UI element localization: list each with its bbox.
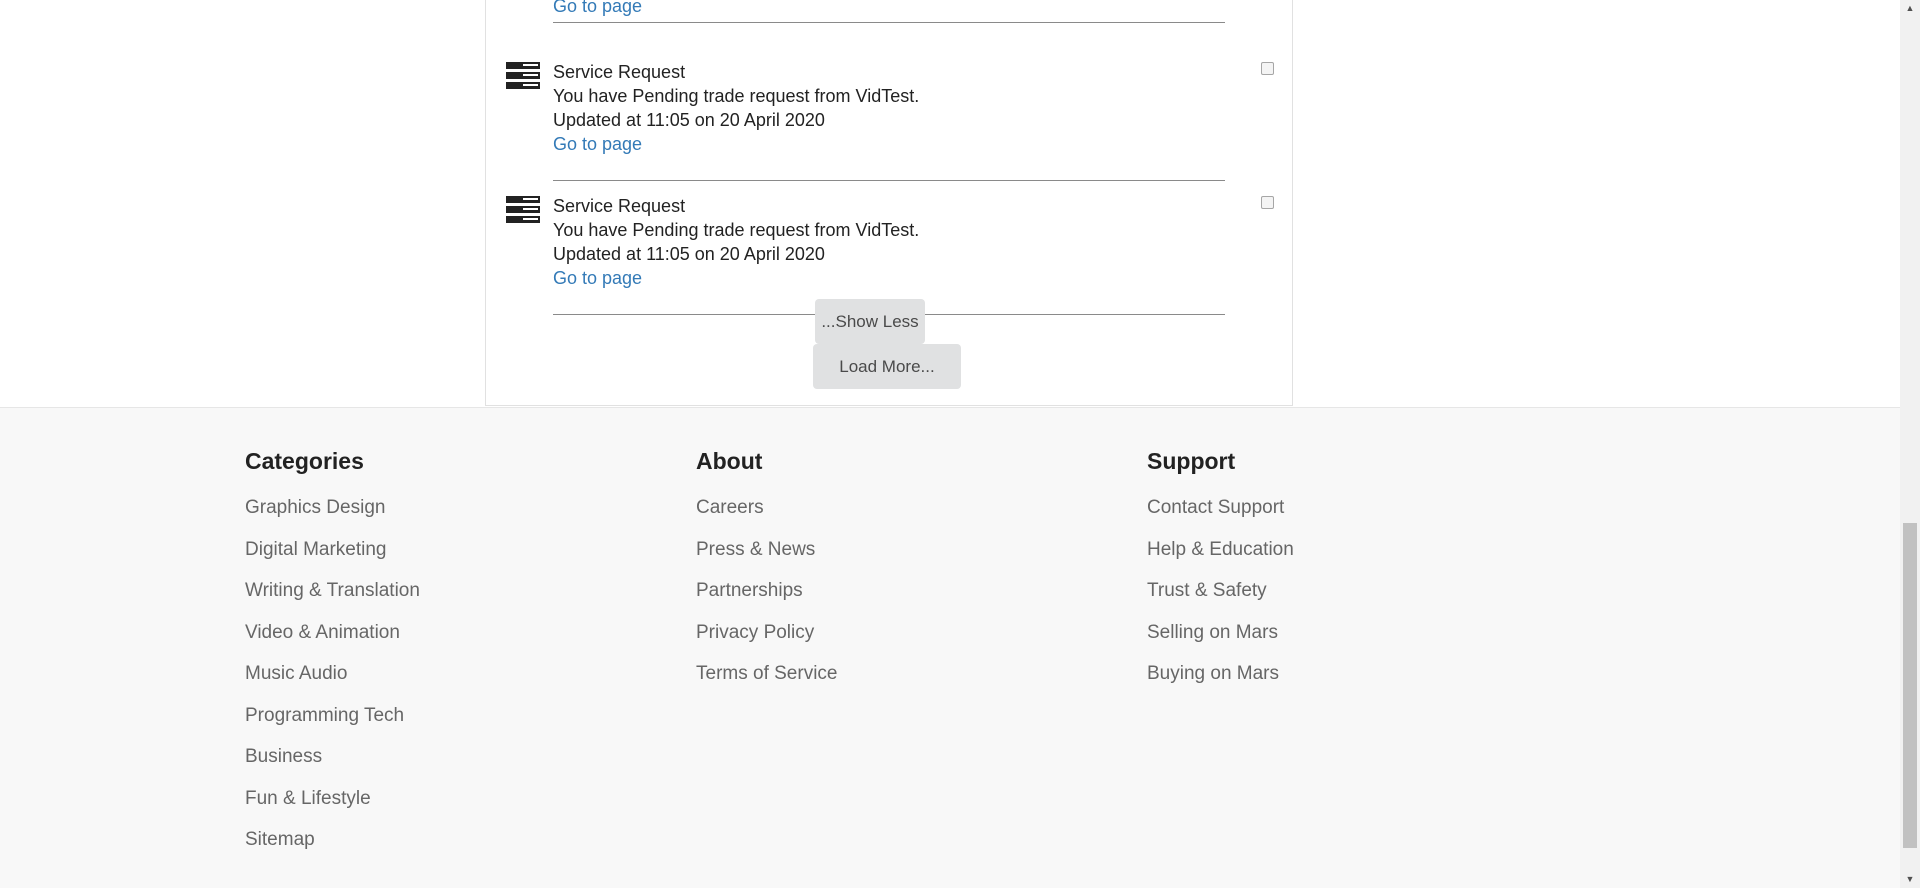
footer-link[interactable]: Digital Marketing bbox=[245, 538, 420, 580]
footer-link[interactable]: Buying on Mars bbox=[1147, 662, 1294, 704]
notification-message: You have Pending trade request from VidT… bbox=[553, 86, 920, 106]
show-less-button[interactable]: ...Show Less bbox=[815, 299, 925, 344]
go-to-page-link[interactable]: Go to page bbox=[553, 0, 642, 17]
footer-link[interactable]: Press & News bbox=[696, 538, 837, 580]
notification-partial: Go to page bbox=[553, 0, 1225, 23]
footer-link[interactable]: Selling on Mars bbox=[1147, 621, 1294, 663]
footer-link[interactable]: Partnerships bbox=[696, 579, 837, 621]
footer-link[interactable]: Trust & Safety bbox=[1147, 579, 1294, 621]
footer-categories-column: Categories Graphics Design Digital Marke… bbox=[245, 446, 420, 870]
footer-support-list: Contact Support Help & Education Trust &… bbox=[1147, 496, 1294, 704]
footer-link[interactable]: Programming Tech bbox=[245, 704, 420, 746]
server-icon bbox=[506, 62, 540, 89]
notification-message: You have Pending trade request from VidT… bbox=[553, 220, 920, 240]
footer-link[interactable]: Privacy Policy bbox=[696, 621, 837, 663]
page: Go to page Service Request You have Pend… bbox=[0, 0, 1900, 888]
footer: Categories Graphics Design Digital Marke… bbox=[0, 407, 1900, 888]
server-icon bbox=[506, 196, 540, 223]
notification-checkbox[interactable] bbox=[1261, 196, 1274, 209]
footer-support-column: Support Contact Support Help & Education… bbox=[1147, 446, 1294, 704]
footer-link[interactable]: Sitemap bbox=[245, 828, 420, 870]
footer-link[interactable]: Careers bbox=[696, 496, 837, 538]
footer-link[interactable]: Writing & Translation bbox=[245, 579, 420, 621]
go-to-page-link[interactable]: Go to page bbox=[553, 266, 642, 290]
footer-link[interactable]: Terms of Service bbox=[696, 662, 837, 704]
go-to-page-link[interactable]: Go to page bbox=[553, 132, 642, 156]
scroll-up-arrow-icon[interactable]: ▲ bbox=[1900, 0, 1920, 17]
footer-link[interactable]: Video & Animation bbox=[245, 621, 420, 663]
footer-link[interactable]: Graphics Design bbox=[245, 496, 420, 538]
notification-timestamp: Updated at 11:05 on 20 April 2020 bbox=[553, 110, 825, 130]
notification-body: Service Request You have Pending trade r… bbox=[553, 52, 1225, 181]
load-more-button[interactable]: Load More... bbox=[813, 344, 961, 389]
footer-link[interactable]: Music Audio bbox=[245, 662, 420, 704]
scrollbar-thumb[interactable] bbox=[1903, 523, 1917, 848]
footer-support-heading: Support bbox=[1147, 448, 1236, 474]
notification-body: Service Request You have Pending trade r… bbox=[553, 186, 1225, 315]
notification-checkbox[interactable] bbox=[1261, 62, 1274, 75]
footer-about-heading: About bbox=[696, 448, 763, 474]
footer-categories-list: Graphics Design Digital Marketing Writin… bbox=[245, 496, 420, 870]
footer-link[interactable]: Help & Education bbox=[1147, 538, 1294, 580]
notifications-card: Go to page Service Request You have Pend… bbox=[485, 0, 1293, 406]
notification-timestamp: Updated at 11:05 on 20 April 2020 bbox=[553, 244, 825, 264]
footer-about-column: About Careers Press & News Partnerships … bbox=[696, 446, 837, 704]
scroll-down-arrow-icon[interactable]: ▼ bbox=[1900, 871, 1920, 888]
notification-item: Service Request You have Pending trade r… bbox=[486, 52, 1294, 186]
notification-title: Service Request bbox=[553, 196, 686, 216]
vertical-scrollbar[interactable]: ▲ ▼ bbox=[1900, 0, 1920, 888]
footer-link[interactable]: Contact Support bbox=[1147, 496, 1294, 538]
footer-about-list: Careers Press & News Partnerships Privac… bbox=[696, 496, 837, 704]
notification-title: Service Request bbox=[553, 62, 686, 82]
footer-link[interactable]: Business bbox=[245, 745, 420, 787]
footer-link[interactable]: Fun & Lifestyle bbox=[245, 787, 420, 829]
footer-categories-heading: Categories bbox=[245, 448, 364, 474]
